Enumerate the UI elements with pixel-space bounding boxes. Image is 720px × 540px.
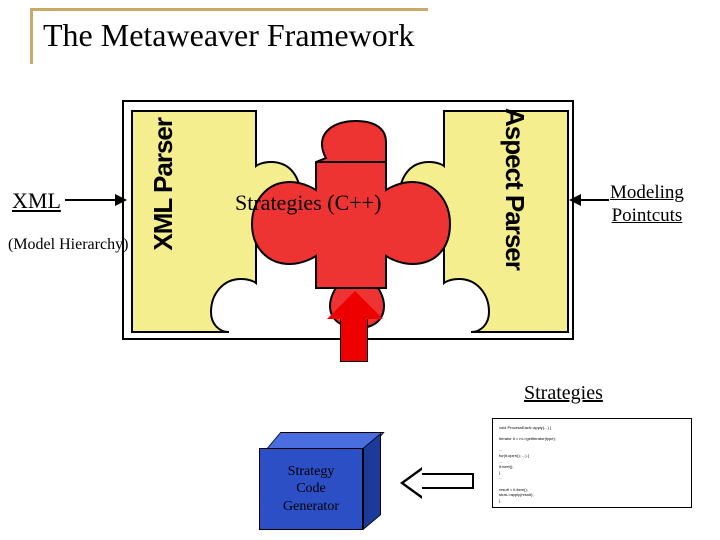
arrow-pointcuts-in (571, 199, 609, 201)
xml-parser-label: XML Parser (148, 118, 179, 251)
aspect-parser-label: Aspect Parser (499, 108, 530, 270)
modeling-pointcuts-label: Modeling Pointcuts (610, 182, 684, 228)
strategies-cpp-label: Strategies (C++) (235, 190, 381, 216)
model-hierarchy-label: (Model Hierarchy) (8, 236, 128, 254)
strategies-heading: Strategies (524, 382, 603, 405)
red-arrow-up (340, 316, 368, 362)
slide-title: The Metaweaver Framework (30, 8, 428, 64)
arrow-code-to-generator (420, 473, 474, 489)
arrow-xml-in (65, 199, 125, 201)
strategy-code-snippet: void ProcessEach::apply(...) { Iterator … (492, 418, 692, 508)
xml-label: XML (12, 188, 61, 214)
